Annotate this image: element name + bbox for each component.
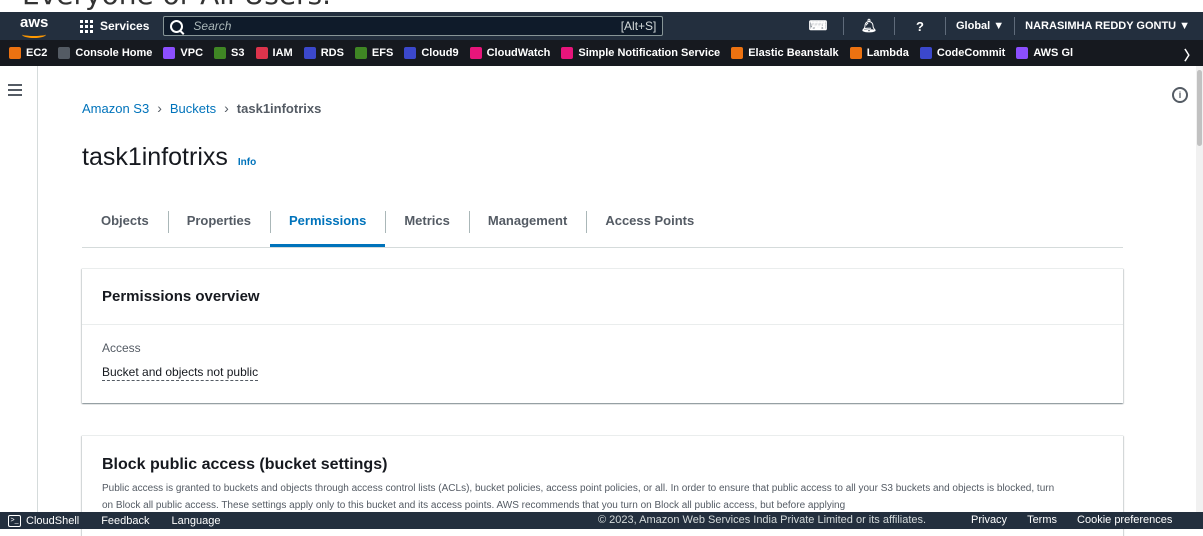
service-icon (354, 47, 367, 59)
breadcrumb-amazon-s3[interactable]: Amazon S3 (82, 101, 149, 116)
service-icon (214, 47, 227, 59)
tab-permissions[interactable]: Permissions (270, 205, 386, 247)
tab-metrics[interactable]: Metrics (385, 205, 469, 237)
favorite-s3[interactable]: S3 (214, 47, 245, 59)
service-icon (561, 47, 574, 59)
permissions-overview-card: Permissions overview Access Bucket and o… (82, 268, 1123, 403)
service-icon (9, 47, 21, 59)
copyright-text: © 2023, Amazon Web Services India Privat… (598, 514, 927, 526)
favorite-aws-gl[interactable]: AWS Gl (1016, 47, 1073, 59)
favorite-label: Cloud9 (421, 47, 459, 59)
favorite-label: VPC (180, 47, 204, 59)
page-scrollbar[interactable] (1196, 66, 1203, 512)
favorite-label: Console Home (75, 47, 153, 59)
favorite-label: EFS (371, 47, 394, 59)
top-navigation: aws Services [Alt+S] ⌨ 🔔︎ ? Global ▼ NAR… (0, 12, 1203, 40)
breadcrumb-current: task1infotrixs (236, 100, 322, 116)
feedback-link[interactable]: Feedback (101, 515, 149, 527)
favorite-label: Elastic Beanstalk (748, 47, 839, 59)
aws-smile-icon (22, 31, 46, 38)
favorite-label: S3 (231, 47, 245, 59)
bucket-name-heading: task1infotrixs (82, 143, 228, 171)
favorite-label: RDS (320, 47, 344, 59)
block-public-access-title: Block public access (bucket settings) (102, 456, 388, 473)
chevron-right-icon: › (224, 100, 229, 116)
account-menu[interactable]: NARASIMHA REDDY GONTU ▼ (1025, 20, 1190, 32)
breadcrumb: Amazon S3 › Buckets › task1infotrixs (82, 100, 321, 116)
cloudshell-footer-link[interactable]: CloudShell (26, 515, 79, 527)
favorite-label: Lambda (866, 47, 909, 59)
service-icon (58, 47, 71, 59)
page-caption: Everyone or All Users. (0, 0, 1203, 12)
page-title: task1infotrixs Info (82, 143, 256, 172)
cloudshell-icon[interactable]: ⌨ (803, 18, 833, 34)
service-icon (849, 47, 862, 59)
grid-icon (80, 20, 94, 33)
favorite-label: IAM (272, 47, 293, 59)
info-link[interactable]: Info (238, 157, 256, 168)
menu-icon[interactable] (8, 84, 22, 99)
aws-logo[interactable]: aws (20, 14, 54, 38)
favorite-simple-notification-service[interactable]: Simple Notification Service (561, 47, 720, 59)
service-icon (919, 47, 932, 59)
chevron-right-icon[interactable]: 〉 (1184, 45, 1197, 64)
service-icon (303, 47, 316, 59)
service-icon (469, 47, 482, 59)
search-input[interactable] (191, 18, 621, 34)
service-icon (255, 47, 268, 59)
favorite-efs[interactable]: EFS (354, 47, 394, 59)
favorite-label: CloudWatch (486, 47, 551, 59)
language-link[interactable]: Language (172, 515, 221, 527)
tab-management[interactable]: Management (468, 205, 586, 237)
console-footer: >_ CloudShell Feedback Language © 2023, … (0, 512, 1203, 529)
favorite-label: Simple Notification Service (578, 47, 721, 59)
access-label: Access (102, 341, 141, 355)
service-icon (1016, 47, 1029, 59)
favorite-console-home[interactable]: Console Home (58, 47, 152, 59)
permissions-overview-title: Permissions overview (82, 269, 1123, 325)
favorite-cloudwatch[interactable]: CloudWatch (469, 47, 551, 59)
services-label: Services (100, 19, 150, 33)
search-shortcut: [Alt+S] (620, 19, 657, 33)
cookie-preferences-link[interactable]: Cookie preferences (1077, 514, 1172, 526)
tab-properties[interactable]: Properties (167, 205, 270, 237)
footer-right-links: Privacy Terms Cookie preferences (971, 514, 1172, 526)
aws-logo-text: aws (20, 14, 49, 31)
favorite-iam[interactable]: IAM (255, 47, 293, 59)
breadcrumb-buckets[interactable]: Buckets (170, 101, 216, 116)
favorite-lambda[interactable]: Lambda (849, 47, 909, 59)
block-public-access-description: Public access is granted to buckets and … (102, 483, 1055, 511)
tab-objects[interactable]: Objects (82, 205, 168, 237)
favorite-elastic-beanstalk[interactable]: Elastic Beanstalk (731, 47, 839, 59)
favorite-codecommit[interactable]: CodeCommit (919, 47, 1006, 59)
favorite-cloud9[interactable]: Cloud9 (404, 47, 459, 59)
search-box[interactable]: [Alt+S] (163, 16, 664, 36)
cloudshell-footer-icon: >_ (8, 514, 21, 527)
favorite-vpc[interactable]: VPC (163, 47, 203, 59)
service-icon (731, 47, 744, 59)
region-selector[interactable]: Global ▼ (956, 20, 1004, 32)
notifications-bell-icon[interactable]: 🔔︎ (854, 18, 884, 34)
search-icon (170, 19, 184, 33)
help-icon[interactable]: ? (905, 19, 935, 34)
privacy-link[interactable]: Privacy (971, 514, 1007, 526)
chevron-right-icon: › (157, 100, 162, 116)
service-icon (163, 47, 176, 59)
favorite-label: AWS Gl (1033, 47, 1074, 59)
favorite-ec2[interactable]: EC2 (9, 47, 47, 59)
tab-access-points[interactable]: Access Points (586, 205, 713, 237)
caption-text: Everyone or All Users. (22, 0, 331, 11)
nav-right: ⌨ 🔔︎ ? Global ▼ NARASIMHA REDDY GONTU ▼ (803, 12, 1190, 40)
favorite-rds[interactable]: RDS (303, 47, 344, 59)
info-panel-icon[interactable]: i (1172, 87, 1188, 103)
bucket-tabs: Objects Properties Permissions Metrics M… (82, 205, 1123, 248)
favorite-label: CodeCommit (936, 47, 1006, 59)
services-menu-button[interactable]: Services (80, 19, 149, 33)
favorites-bar: EC2 Console Home VPC S3 IAM RDS EFS Cloud9 Cloud… (0, 40, 1203, 66)
left-divider (37, 66, 38, 512)
access-value[interactable]: Bucket and objects not public (102, 365, 259, 381)
service-icon (404, 47, 417, 59)
favorite-label: EC2 (26, 47, 48, 59)
terms-link[interactable]: Terms (1027, 514, 1057, 526)
